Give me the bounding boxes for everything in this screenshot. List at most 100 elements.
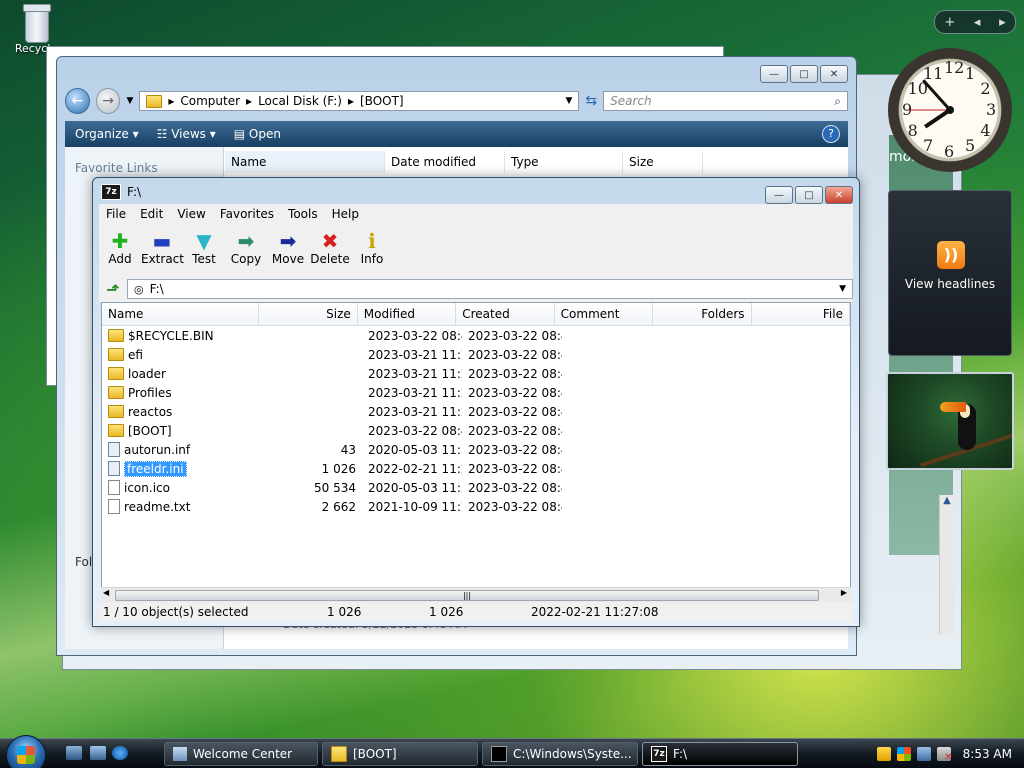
welcome-scrollbar[interactable]: ▲ — [939, 495, 954, 635]
help-icon[interactable]: ? — [822, 125, 840, 143]
cell-modified: 2023-03-21 11:28 — [368, 366, 462, 381]
col-size[interactable]: Size — [259, 303, 358, 325]
move-button[interactable]: ➡ Move — [267, 224, 309, 276]
task-boot-folder[interactable]: [BOOT] — [322, 742, 478, 766]
organize-button[interactable]: Organize ▾ — [75, 127, 139, 141]
table-row[interactable]: loader 2023-03-21 11:28 2023-03-22 08:48 — [102, 364, 850, 383]
horizontal-scrollbar[interactable]: ◀ ||| ▶ — [101, 587, 851, 602]
security-shield-icon[interactable] — [876, 747, 891, 761]
table-row[interactable]: reactos 2023-03-21 11:28 2023-03-22 08:48 — [102, 402, 850, 421]
menu-tools[interactable]: Tools — [281, 207, 325, 221]
explorer-address-bar[interactable]: ▸ Computer ▸ Local Disk (F:) ▸ [BOOT] ▼ — [139, 91, 580, 111]
sevenzip-path-combo[interactable]: ◎ F:\ ▼ — [127, 279, 853, 299]
folder-icon — [146, 94, 163, 108]
open-button[interactable]: ▤ Open — [234, 127, 281, 141]
scroll-right-arrow-icon[interactable]: ▶ — [841, 588, 847, 597]
recent-pages-icon[interactable]: ▼ — [126, 96, 133, 106]
column-date-modified[interactable]: Date modified — [385, 151, 505, 173]
explorer-maximize-button[interactable]: □ — [790, 65, 818, 83]
col-folders[interactable]: Folders — [653, 303, 752, 325]
table-row[interactable]: readme.txt 2 662 2021-10-09 11:27 2023-03-2… — [102, 497, 850, 516]
scroll-left-arrow-icon[interactable]: ◀ — [103, 588, 109, 597]
column-type[interactable]: Type — [505, 151, 623, 173]
copy-icon: ➡ — [237, 229, 255, 253]
clock-number: 8 — [907, 121, 918, 140]
cell-name: freeldr.ini — [102, 460, 262, 477]
clock-number: 1 — [965, 63, 976, 83]
internet-explorer-icon[interactable] — [112, 746, 128, 760]
col-created[interactable]: Created — [456, 303, 555, 325]
slideshow-gadget[interactable] — [886, 372, 1014, 470]
col-modified[interactable]: Modified — [358, 303, 457, 325]
explorer-close-button[interactable]: ✕ — [820, 65, 848, 83]
column-size[interactable]: Size — [623, 151, 703, 173]
add-button[interactable]: ✚ Add — [99, 224, 141, 276]
table-row[interactable]: autorun.inf 43 2020-05-03 11:37 2023-03-22 … — [102, 440, 850, 459]
breadcrumb-boot[interactable]: [BOOT] — [360, 94, 404, 108]
column-name[interactable]: Name — [225, 151, 385, 173]
sevenzip-titlebar: 7z F:\ — [101, 184, 141, 200]
col-comment[interactable]: Comment — [555, 303, 654, 325]
table-row[interactable]: Profiles 2023-03-21 11:28 2023-03-22 08:48 — [102, 383, 850, 402]
table-row[interactable]: $RECYCLE.BIN 2023-03-22 08:49 2023-03-22 0… — [102, 326, 850, 345]
copy-button[interactable]: ➡ Copy — [225, 224, 267, 276]
feed-headlines-gadget[interactable]: )) View headlines — [888, 190, 1012, 356]
forward-button[interactable]: → — [95, 88, 121, 114]
menu-help[interactable]: Help — [325, 207, 366, 221]
taskbar-clock[interactable]: 8:53 AM — [963, 747, 1012, 761]
network-icon[interactable] — [916, 747, 931, 761]
sidebar-next-button[interactable]: ▸ — [999, 15, 1006, 30]
col-name[interactable]: Name — [102, 303, 260, 325]
table-row[interactable]: efi 2023-03-21 11:28 2023-03-22 08:48 — [102, 345, 850, 364]
scroll-thumb[interactable]: ||| — [115, 590, 819, 601]
path-dropdown-icon[interactable]: ▼ — [839, 284, 846, 294]
show-desktop-icon[interactable] — [66, 746, 82, 760]
settings-file-icon — [108, 442, 120, 457]
table-row[interactable]: freeldr.ini 1 026 2022-02-21 11:27 2023-03-… — [102, 459, 850, 478]
col-files[interactable]: File — [752, 303, 850, 325]
cell-modified: 2020-05-03 11:37 — [368, 442, 462, 457]
command-prompt-icon — [491, 746, 507, 762]
back-button[interactable]: ← — [65, 88, 90, 114]
search-input[interactable]: Search ⌕ — [603, 91, 849, 111]
up-folder-icon[interactable]: ⬏ — [103, 279, 123, 299]
task-command-prompt[interactable]: C:\Windows\Syste... — [482, 742, 638, 766]
sevenzip-minimize-button[interactable]: — — [765, 186, 793, 204]
address-dropdown-icon[interactable]: ▼ — [565, 96, 572, 106]
folder-icon — [108, 367, 124, 380]
breadcrumb-local-disk[interactable]: Local Disk (F:) — [258, 94, 342, 108]
folder-icon — [108, 424, 124, 437]
task-sevenzip[interactable]: 7z F:\ — [642, 742, 798, 766]
breadcrumb-computer[interactable]: Computer — [180, 94, 240, 108]
settings-file-icon — [108, 461, 120, 476]
search-icon: ⌕ — [834, 93, 842, 108]
delete-button[interactable]: ✖ Delete — [309, 224, 351, 276]
start-button[interactable] — [6, 735, 46, 768]
sevenzip-maximize-button[interactable]: □ — [795, 186, 823, 204]
test-button[interactable]: ▼ Test — [183, 224, 225, 276]
windows-update-icon[interactable] — [896, 747, 911, 761]
menu-edit[interactable]: Edit — [133, 207, 170, 221]
sevenzip-close-button[interactable]: ✕ — [825, 186, 853, 204]
delete-icon: ✖ — [321, 229, 339, 253]
sidebar-prev-button[interactable]: ◂ — [974, 15, 981, 30]
clock-number: 3 — [986, 100, 997, 119]
cell-created: 2023-03-22 08:48 — [468, 404, 562, 419]
info-button[interactable]: ℹ Info — [351, 224, 393, 276]
switch-windows-icon[interactable] — [90, 746, 106, 760]
views-button[interactable]: ☷ Views ▾ — [157, 127, 216, 141]
menu-favorites[interactable]: Favorites — [213, 207, 281, 221]
menu-file[interactable]: File — [99, 207, 133, 221]
refresh-icon[interactable]: ⇆ — [585, 93, 597, 109]
folders-pane-label[interactable]: Fol — [75, 555, 92, 569]
cell-created: 2023-03-22 08:48 — [468, 442, 562, 457]
folder-icon — [108, 405, 124, 418]
table-row[interactable]: icon.ico 50 534 2020-05-03 11:37 2023-03-22… — [102, 478, 850, 497]
task-welcome-center[interactable]: Welcome Center — [164, 742, 318, 766]
add-gadget-button[interactable]: + — [944, 15, 955, 30]
volume-muted-icon[interactable]: ✕ — [936, 747, 953, 763]
table-row[interactable]: [BOOT] 2023-03-22 08:48 2023-03-22 08:48 — [102, 421, 850, 440]
explorer-minimize-button[interactable]: — — [760, 65, 788, 83]
extract-button[interactable]: ▬ Extract — [141, 224, 184, 276]
menu-view[interactable]: View — [170, 207, 212, 221]
